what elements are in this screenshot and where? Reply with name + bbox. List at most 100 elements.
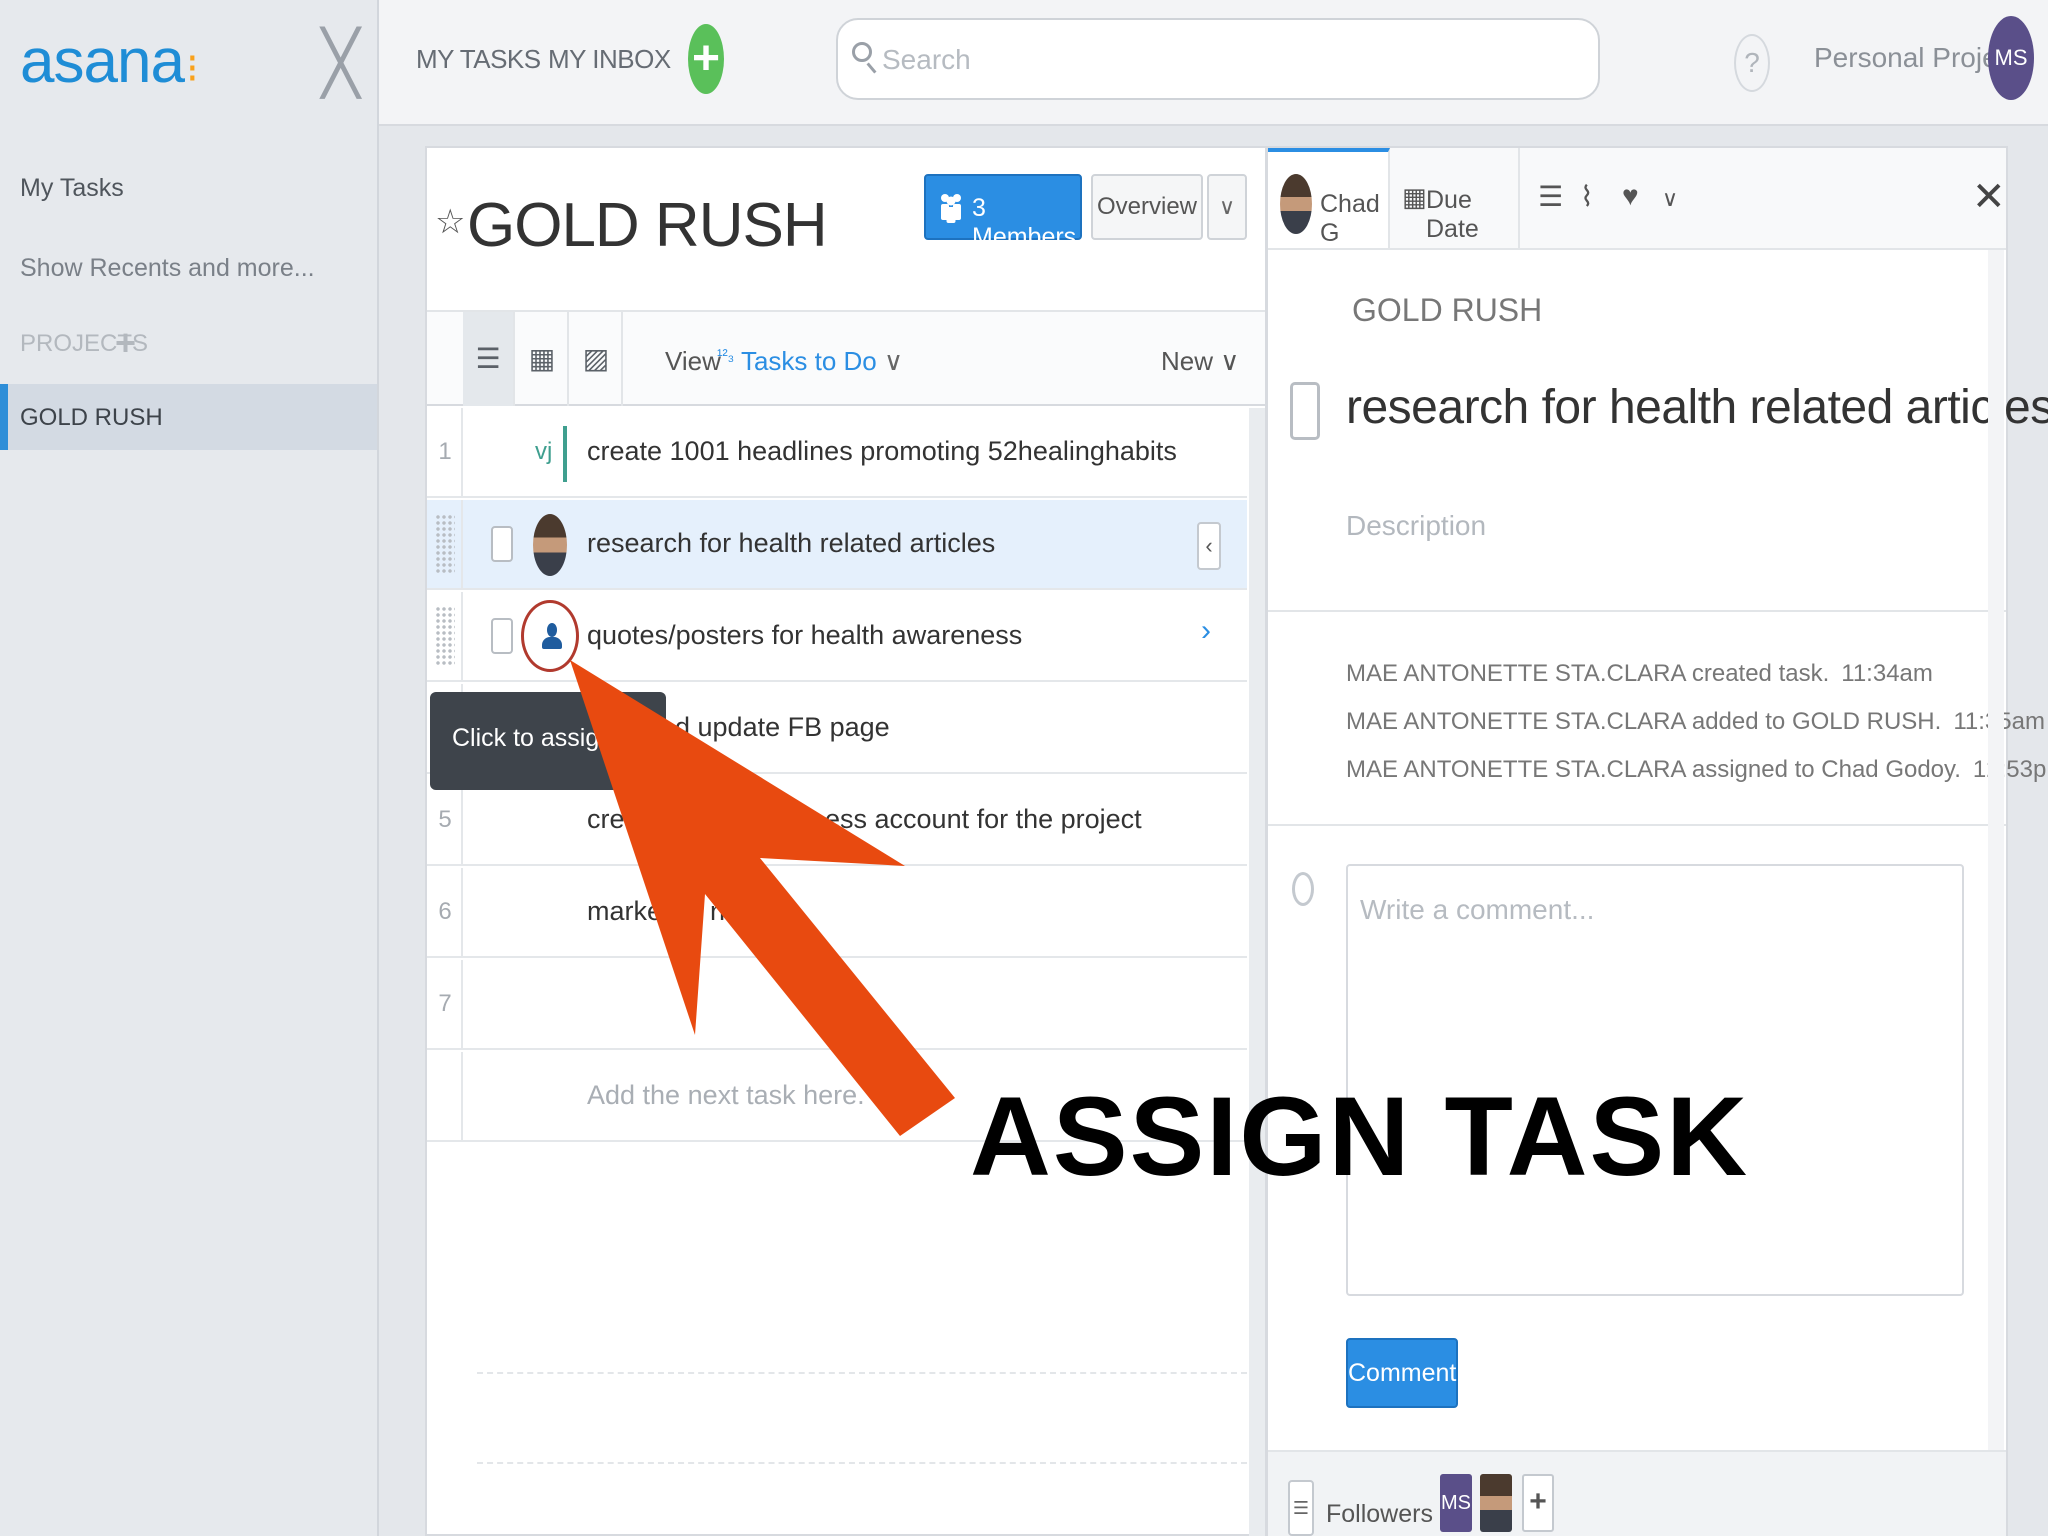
row-number: 1 — [438, 438, 452, 465]
assignee-name: Chad G — [1320, 190, 1380, 247]
view-label: View — [665, 346, 721, 376]
heart-icon[interactable]: ♥ — [1622, 180, 1639, 212]
task-name[interactable]: crea — [587, 804, 640, 835]
calendar-view-icon[interactable]: ▦ — [517, 312, 569, 406]
assignee-initials[interactable]: vj — [535, 438, 552, 466]
logo-area: asana⁝ ╳ — [0, 0, 379, 126]
close-icon[interactable]: ✕ — [1972, 174, 2006, 220]
row-gutter: 7 — [427, 960, 463, 1050]
sort-icon: ¹²₃ — [717, 347, 735, 365]
help-button[interactable]: ? — [1734, 34, 1770, 92]
view-bar: ☰ ▦ ▨ View ¹²₃ Tasks to Do ∨ New ∨ — [427, 310, 1265, 406]
row-number: 6 — [438, 898, 452, 925]
members-icon — [941, 194, 961, 223]
nav-my-inbox[interactable]: MY INBOX — [548, 44, 671, 75]
detail-project-name[interactable]: GOLD RUSH — [1352, 292, 1542, 329]
view-filter-dropdown[interactable]: ¹²₃ Tasks to Do ∨ — [717, 346, 903, 377]
user-avatar[interactable]: MS — [1988, 16, 2034, 100]
chevron-down-icon[interactable]: ∨ — [1662, 186, 1678, 212]
files-view-icon[interactable]: ▨ — [571, 312, 623, 406]
follower-avatar[interactable]: MS — [1440, 1474, 1472, 1532]
description-field[interactable]: Description — [1346, 510, 1486, 542]
story-time: 11:34am — [1841, 660, 1933, 687]
story-text: MAE ANTONETTE STA.CLARA assigned to Chad… — [1346, 756, 1961, 783]
detail-assignee-button[interactable]: Chad G — [1268, 148, 1390, 248]
task-row[interactable]: 6 marketi n — [427, 868, 1247, 958]
detail-task-title[interactable]: research for health related articles — [1346, 380, 2048, 435]
followers-label: Followers — [1326, 1500, 1433, 1528]
comment-button[interactable]: Comment — [1346, 1338, 1458, 1408]
complete-task-checkbox[interactable] — [1290, 382, 1320, 440]
task-name-tail: n — [710, 896, 726, 926]
row-gutter — [427, 1052, 463, 1142]
drag-handle-icon[interactable] — [435, 514, 455, 574]
task-row[interactable]: 7 — [427, 960, 1247, 1050]
row-gutter — [427, 592, 463, 682]
subtasks-icon[interactable]: ☰ — [1538, 180, 1563, 213]
detail-toolbar: Chad G ▦ Due Date ☰ ⌇ ♥ ∨ ✕ — [1268, 148, 2006, 250]
sidebar: My Tasks Show Recents and more... PROJEC… — [0, 126, 379, 1536]
task-checkbox[interactable] — [491, 526, 513, 562]
attachment-icon[interactable]: ⌇ — [1580, 180, 1594, 213]
due-date-button[interactable]: ▦ Due Date — [1392, 148, 1520, 248]
list-view-icon[interactable]: ☰ — [463, 312, 515, 406]
add-follower-icon[interactable]: + — [1522, 1474, 1554, 1532]
task-name[interactable]: research for health related articles — [587, 528, 995, 559]
task-name[interactable]: create 1001 headlines promoting 52healin… — [587, 436, 1177, 467]
view-filter-label: Tasks to Do — [740, 346, 877, 376]
drag-handle-icon[interactable] — [435, 606, 455, 666]
task-name[interactable]: d update FB page — [675, 712, 890, 743]
chevron-down-icon: ∨ — [884, 346, 904, 376]
followers-bar: ☰ Followers MS + — [1268, 1450, 2006, 1536]
task-row[interactable]: 1 vj create 1001 headlines promoting 52h… — [427, 408, 1247, 498]
add-next-task-input[interactable]: Add the next task here. — [587, 1080, 865, 1111]
task-name[interactable]: marketi — [587, 896, 676, 927]
task-list-scrollbar[interactable] — [1249, 408, 1265, 1536]
project-title: GOLD RUSH — [467, 191, 828, 260]
comment-bubble-icon — [1292, 872, 1314, 906]
close-sidebar-icon[interactable]: ╳ — [322, 26, 359, 99]
task-name-tail: ess account for the project — [825, 804, 1142, 834]
add-project-icon[interactable]: + — [115, 322, 136, 364]
nav-my-tasks[interactable]: MY TASKS — [416, 44, 541, 75]
asana-logo[interactable]: asana⁝ — [20, 26, 199, 97]
overview-button[interactable]: Overview — [1091, 174, 1203, 240]
sidebar-project-label: GOLD RUSH — [20, 404, 163, 431]
row-number: 5 — [438, 806, 452, 833]
task-name[interactable]: quotes/posters for health awareness — [587, 620, 1022, 651]
detail-scrollbar[interactable] — [1988, 250, 2004, 1450]
empty-row-divider — [477, 1372, 1247, 1374]
new-dropdown[interactable]: New ∨ — [1161, 346, 1239, 377]
assign-task-button[interactable] — [521, 600, 579, 672]
row-number: 7 — [438, 990, 452, 1017]
search-box[interactable] — [836, 18, 1600, 100]
plus-icon: + — [688, 24, 724, 94]
chevron-right-icon[interactable]: › — [1201, 614, 1211, 648]
assignee-avatar — [1280, 174, 1312, 234]
task-checkbox[interactable] — [491, 618, 513, 654]
quick-add-button[interactable]: + — [688, 24, 724, 94]
assign-tooltip: Click to assign thi — [430, 692, 666, 790]
section-marker — [563, 426, 567, 482]
person-icon — [547, 623, 557, 637]
divider — [1268, 824, 2006, 826]
activity-story: MAE ANTONETTE STA.CLARA created task. 11:… — [1346, 660, 1933, 688]
sidebar-item-show-recents[interactable]: Show Recents and more... — [20, 254, 315, 283]
collapse-detail-icon[interactable]: ‹ — [1197, 522, 1221, 570]
assignee-avatar[interactable] — [533, 514, 567, 576]
divider — [1268, 610, 2006, 612]
follower-avatar[interactable] — [1480, 1474, 1512, 1532]
top-bar: asana⁝ ╳ MY TASKS MY INBOX + ? Personal … — [0, 0, 2048, 126]
rss-icon: ☰ — [1288, 1480, 1314, 1536]
task-row[interactable]: quotes/posters for health awareness › — [427, 592, 1247, 682]
new-label: New — [1161, 346, 1214, 376]
task-row-selected[interactable]: research for health related articles ‹ — [427, 500, 1247, 590]
members-button[interactable]: 3 Members — [924, 174, 1082, 251]
sidebar-item-gold-rush[interactable]: GOLD RUSH — [0, 384, 377, 450]
sidebar-item-my-tasks[interactable]: My Tasks — [20, 174, 124, 203]
chevron-down-icon[interactable]: ∨ — [1207, 174, 1247, 240]
row-gutter: 1 — [427, 408, 463, 498]
search-input[interactable] — [882, 38, 1582, 82]
star-icon[interactable]: ☆ — [435, 202, 465, 242]
activity-story: MAE ANTONETTE STA.CLARA assigned to Chad… — [1346, 756, 2048, 784]
